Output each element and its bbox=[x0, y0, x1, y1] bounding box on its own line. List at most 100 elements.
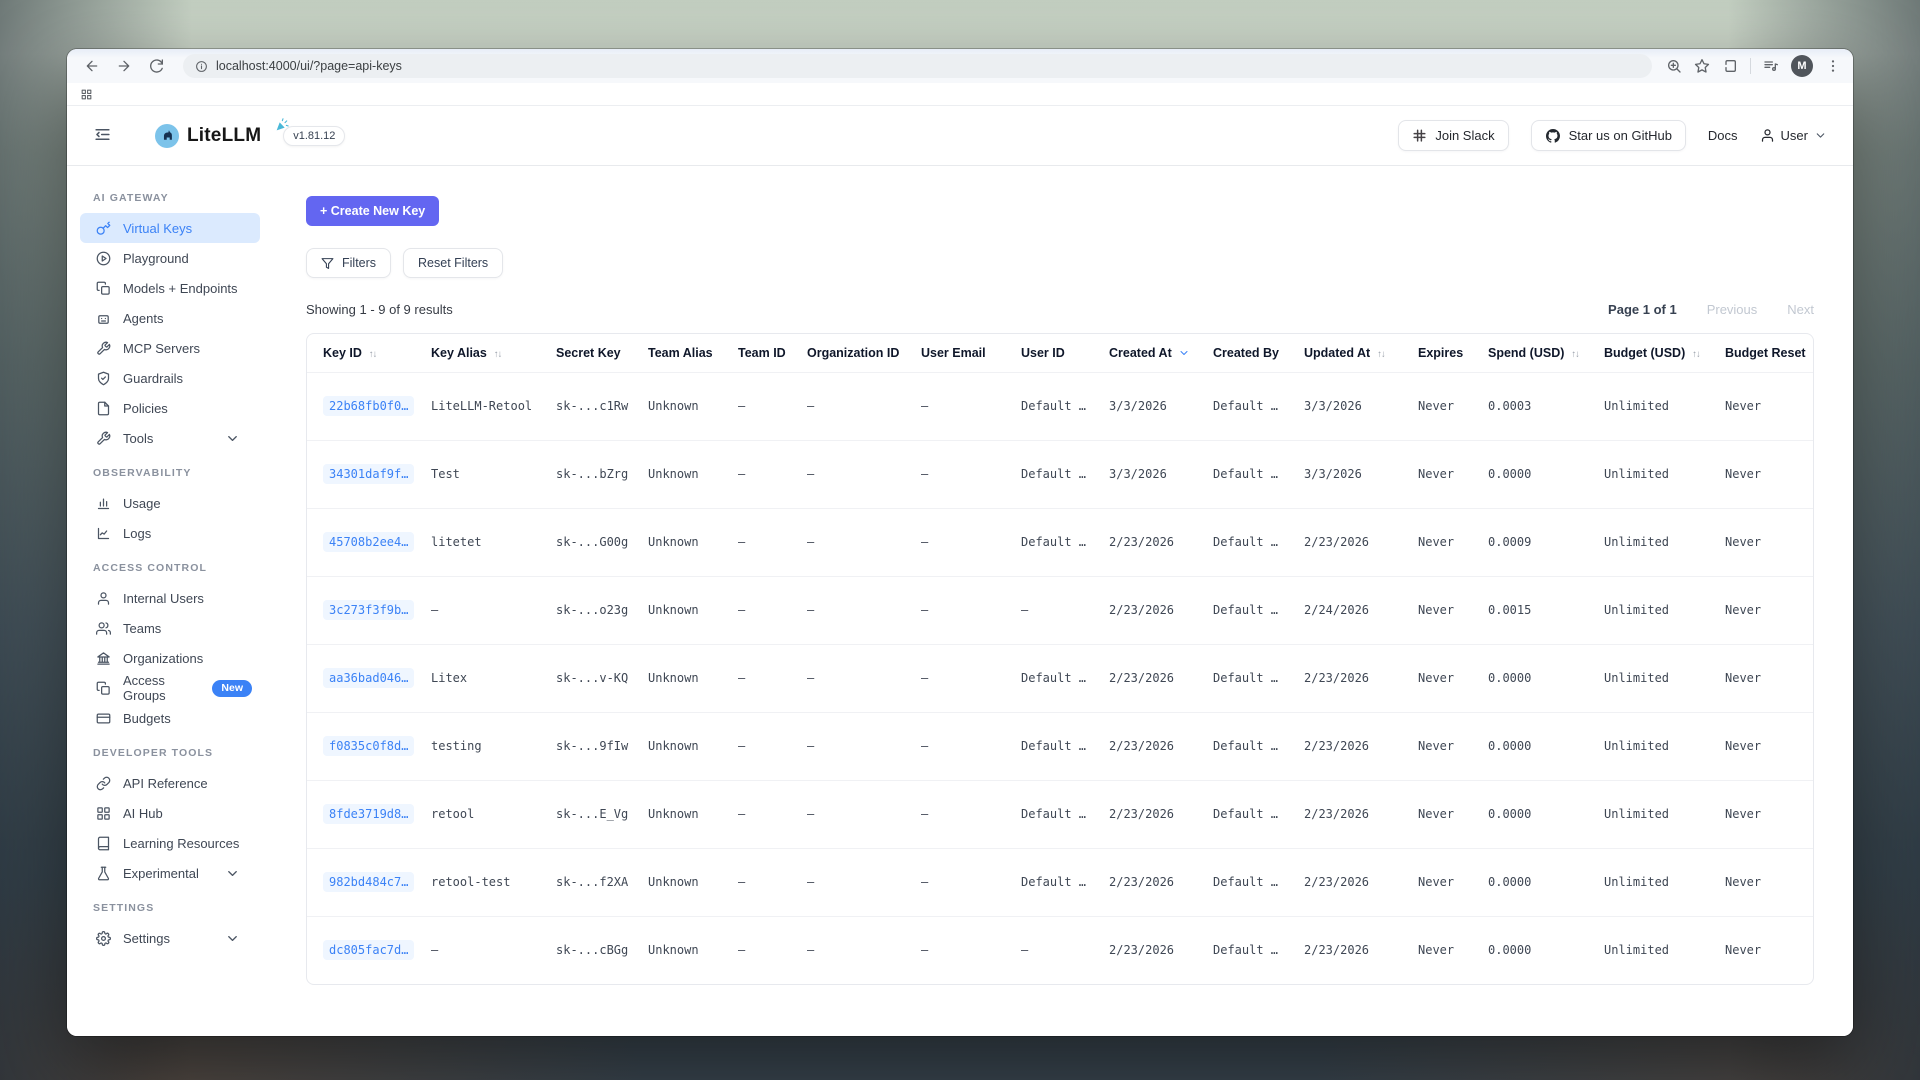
sidebar-item-logs[interactable]: Logs bbox=[80, 518, 260, 548]
browser-profile-avatar[interactable]: M bbox=[1791, 55, 1813, 77]
sidebar-item-agents[interactable]: Agents bbox=[80, 303, 260, 333]
sidebar-item-settings[interactable]: Settings bbox=[80, 923, 260, 953]
table-row[interactable]: 34301daf9f…Testsk-...bZrgUnknown–––Defau… bbox=[307, 440, 1813, 508]
table-row[interactable]: 3c273f3f9b…–sk-...o23gUnknown––––2/23/20… bbox=[307, 576, 1813, 644]
key-id-link[interactable]: dc805fac7d… bbox=[323, 940, 414, 960]
key-id-cell: 8fde3719d8… bbox=[307, 780, 431, 848]
table-cell: 2/23/2026 bbox=[1109, 848, 1213, 916]
column-header-budget-usd-[interactable]: Budget (USD)↑↓ bbox=[1604, 334, 1725, 372]
sidebar-item-access-groups[interactable]: Access GroupsNew bbox=[80, 673, 260, 703]
column-header-spend-usd-[interactable]: Spend (USD)↑↓ bbox=[1488, 334, 1604, 372]
column-header-key-id[interactable]: Key ID↑↓ bbox=[307, 334, 431, 372]
sidebar-item-models-endpoints[interactable]: Models + Endpoints bbox=[80, 273, 260, 303]
sort-icon[interactable]: ↑↓ bbox=[1377, 349, 1385, 360]
zoom-page-icon[interactable] bbox=[1666, 58, 1682, 74]
forward-icon[interactable] bbox=[111, 53, 137, 79]
chevron-down-icon bbox=[225, 866, 240, 881]
previous-button[interactable]: Previous bbox=[1707, 302, 1758, 317]
users-icon bbox=[96, 621, 111, 636]
user-menu[interactable]: User bbox=[1760, 128, 1827, 143]
key-id-cell: 22b68fb0f0… bbox=[307, 372, 431, 440]
table-row[interactable]: 22b68fb0f0…LiteLLM-Retoolsk-...c1RwUnkno… bbox=[307, 372, 1813, 440]
table-cell: sk-...G00g bbox=[556, 508, 648, 576]
reset-filters-button[interactable]: Reset Filters bbox=[403, 248, 503, 278]
column-header-budget-reset: Budget Reset bbox=[1725, 334, 1813, 372]
table-cell: Never bbox=[1418, 372, 1488, 440]
column-header-team-alias: Team Alias bbox=[648, 334, 738, 372]
play-circle-icon bbox=[96, 251, 111, 266]
table-cell: – bbox=[738, 508, 807, 576]
table-cell: 2/23/2026 bbox=[1109, 644, 1213, 712]
key-id-link[interactable]: 8fde3719d8… bbox=[323, 804, 414, 824]
table-cell: 2/23/2026 bbox=[1109, 712, 1213, 780]
sidebar-item-label: API Reference bbox=[123, 776, 208, 791]
table-row[interactable]: 45708b2ee4…litetetsk-...G00gUnknown–––De… bbox=[307, 508, 1813, 576]
sidebar-item-budgets[interactable]: Budgets bbox=[80, 703, 260, 733]
key-id-link[interactable]: f0835c0f8d… bbox=[323, 736, 414, 756]
table-cell: Unknown bbox=[648, 508, 738, 576]
table-cell: Never bbox=[1725, 916, 1813, 984]
table-cell: Unlimited bbox=[1604, 440, 1725, 508]
key-id-link[interactable]: 22b68fb0f0… bbox=[323, 396, 414, 416]
sidebar-toggle-icon[interactable] bbox=[93, 125, 115, 147]
column-header-created-at[interactable]: Created At bbox=[1109, 334, 1213, 372]
table-cell: 0.0000 bbox=[1488, 916, 1604, 984]
sidebar-item-teams[interactable]: Teams bbox=[80, 613, 260, 643]
bookmark-star-icon[interactable] bbox=[1694, 58, 1710, 74]
sidebar-item-learning-resources[interactable]: Learning Resources bbox=[80, 828, 260, 858]
table-cell: – bbox=[738, 372, 807, 440]
sidebar-item-guardrails[interactable]: Guardrails bbox=[80, 363, 260, 393]
key-id-link[interactable]: aa36bad046… bbox=[323, 668, 414, 688]
sidebar-item-label: Organizations bbox=[123, 651, 203, 666]
table-row[interactable]: f0835c0f8d…testingsk-...9fIwUnknown–––De… bbox=[307, 712, 1813, 780]
table-cell: – bbox=[807, 440, 921, 508]
address-bar[interactable]: localhost:4000/ui/?page=api-keys bbox=[183, 54, 1652, 78]
table-row[interactable]: 982bd484c7…retool-testsk-...f2XAUnknown–… bbox=[307, 848, 1813, 916]
sidebar-item-internal-users[interactable]: Internal Users bbox=[80, 583, 260, 613]
sidebar-item-mcp-servers[interactable]: MCP Servers bbox=[80, 333, 260, 363]
sidebar-item-organizations[interactable]: Organizations bbox=[80, 643, 260, 673]
results-count: Showing 1 - 9 of 9 results bbox=[306, 302, 453, 317]
filters-button[interactable]: Filters bbox=[306, 248, 391, 278]
sidebar-item-api-reference[interactable]: API Reference bbox=[80, 768, 260, 798]
browser-menu-icon[interactable] bbox=[1825, 58, 1841, 74]
key-id-link[interactable]: 45708b2ee4… bbox=[323, 532, 414, 552]
tab-group-icon[interactable] bbox=[1722, 58, 1738, 74]
reading-list-icon[interactable] bbox=[1763, 58, 1779, 74]
sidebar-item-ai-hub[interactable]: AI Hub bbox=[80, 798, 260, 828]
sort-desc-icon[interactable] bbox=[1178, 347, 1190, 359]
docs-link[interactable]: Docs bbox=[1708, 128, 1738, 143]
apps-grid-icon[interactable] bbox=[80, 88, 93, 101]
site-info-icon[interactable] bbox=[195, 60, 208, 73]
table-row[interactable]: aa36bad046…Litexsk-...v-KQUnknown–––Defa… bbox=[307, 644, 1813, 712]
sidebar-item-experimental[interactable]: Experimental bbox=[80, 858, 260, 888]
table-cell: sk-...E_Vg bbox=[556, 780, 648, 848]
table-cell: Never bbox=[1725, 508, 1813, 576]
sidebar-item-virtual-keys[interactable]: Virtual Keys bbox=[80, 213, 260, 243]
sort-icon[interactable]: ↑↓ bbox=[369, 349, 377, 360]
back-icon[interactable] bbox=[79, 53, 105, 79]
column-header-updated-at[interactable]: Updated At↑↓ bbox=[1304, 334, 1418, 372]
key-id-link[interactable]: 982bd484c7… bbox=[323, 872, 414, 892]
key-id-link[interactable]: 34301daf9f… bbox=[323, 464, 414, 484]
sidebar-item-usage[interactable]: Usage bbox=[80, 488, 260, 518]
table-cell: Unlimited bbox=[1604, 644, 1725, 712]
star-github-button[interactable]: Star us on GitHub bbox=[1531, 120, 1686, 151]
join-slack-button[interactable]: Join Slack bbox=[1398, 120, 1508, 151]
table-cell: – bbox=[807, 576, 921, 644]
table-cell: – bbox=[807, 780, 921, 848]
sidebar-item-playground[interactable]: Playground bbox=[80, 243, 260, 273]
page-info: Page 1 of 1 bbox=[1608, 302, 1677, 317]
reload-icon[interactable] bbox=[143, 53, 169, 79]
sort-icon[interactable]: ↑↓ bbox=[494, 349, 502, 360]
sort-icon[interactable]: ↑↓ bbox=[1692, 349, 1700, 360]
create-new-key-button[interactable]: + Create New Key bbox=[306, 196, 439, 226]
sidebar-item-tools[interactable]: Tools bbox=[80, 423, 260, 453]
sidebar-item-policies[interactable]: Policies bbox=[80, 393, 260, 423]
key-id-link[interactable]: 3c273f3f9b… bbox=[323, 600, 414, 620]
table-row[interactable]: 8fde3719d8…retoolsk-...E_VgUnknown–––Def… bbox=[307, 780, 1813, 848]
column-header-key-alias[interactable]: Key Alias↑↓ bbox=[431, 334, 556, 372]
sort-icon[interactable]: ↑↓ bbox=[1571, 349, 1579, 360]
table-row[interactable]: dc805fac7d…–sk-...cBGgUnknown––––2/23/20… bbox=[307, 916, 1813, 984]
next-button[interactable]: Next bbox=[1787, 302, 1814, 317]
